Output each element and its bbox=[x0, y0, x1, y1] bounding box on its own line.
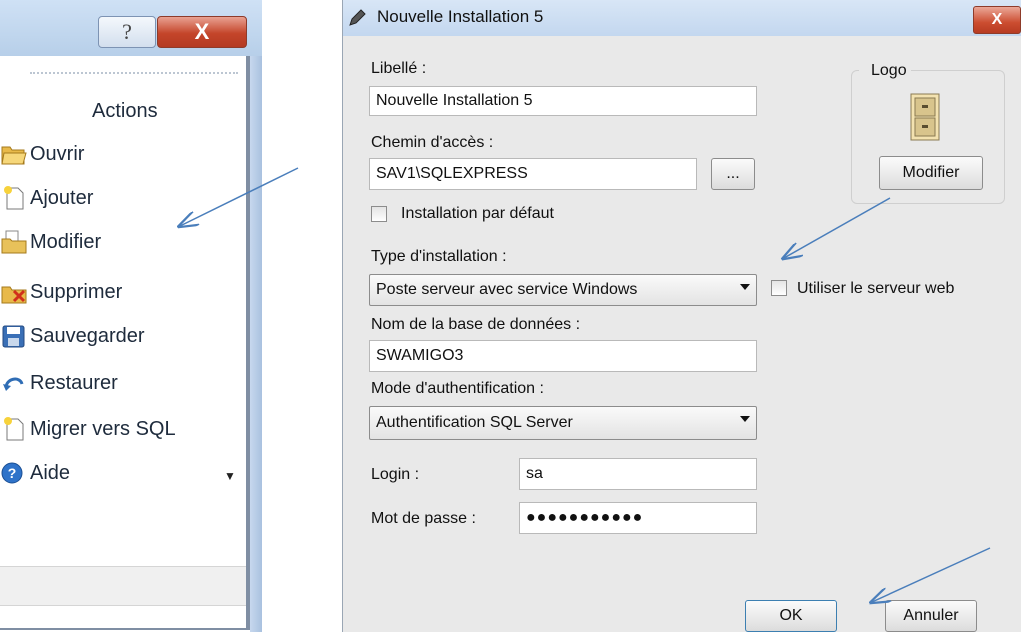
auth-mode-label: Mode d'authentification : bbox=[371, 380, 544, 397]
cancel-button[interactable]: Annuler bbox=[885, 600, 977, 632]
password-label: Mot de passe : bbox=[371, 510, 476, 527]
actions-pane: Actions Ouvrir Ajouter Modifier Supprime… bbox=[0, 56, 250, 630]
help-button[interactable]: ? bbox=[98, 16, 156, 48]
action-label: Aide bbox=[30, 461, 71, 484]
web-server-checkbox[interactable] bbox=[771, 280, 787, 296]
dialog-title: Nouvelle Installation 5 bbox=[377, 7, 544, 26]
action-modifier[interactable]: Modifier bbox=[0, 224, 101, 260]
dotted-separator bbox=[30, 72, 238, 74]
svg-text:?: ? bbox=[8, 465, 17, 481]
default-install-label: Installation par défaut bbox=[401, 205, 554, 222]
type-select[interactable]: Poste serveur avec service Windows bbox=[369, 274, 757, 306]
type-select-value: Poste serveur avec service Windows bbox=[376, 281, 638, 298]
login-field[interactable]: sa bbox=[519, 458, 757, 490]
status-bar bbox=[0, 566, 246, 606]
action-supprimer[interactable]: Supprimer bbox=[0, 274, 122, 310]
chevron-down-icon bbox=[740, 284, 750, 290]
chevron-down-icon bbox=[740, 416, 750, 422]
chemin-field[interactable]: SAV1\SQLEXPRESS bbox=[369, 158, 697, 190]
login-label: Login : bbox=[371, 466, 420, 483]
new-document-icon bbox=[0, 185, 28, 211]
action-label: Migrer vers SQL bbox=[30, 417, 176, 440]
web-server-label: Utiliser le serveur web bbox=[797, 280, 955, 297]
default-install-checkbox[interactable] bbox=[371, 206, 387, 222]
save-icon bbox=[0, 323, 28, 349]
chevron-down-icon[interactable]: ▼ bbox=[224, 469, 236, 483]
libelle-field[interactable]: Nouvelle Installation 5 bbox=[369, 86, 757, 116]
action-migrer-vers-sql[interactable]: Migrer vers SQL bbox=[0, 411, 176, 447]
browse-button[interactable]: ... bbox=[711, 158, 755, 190]
chemin-label: Chemin d'accès : bbox=[371, 134, 494, 151]
action-ajouter[interactable]: Ajouter bbox=[0, 180, 93, 216]
auth-mode-select-value: Authentification SQL Server bbox=[376, 414, 573, 431]
installation-dialog: Nouvelle Installation 5 X Libellé : Nouv… bbox=[342, 0, 1021, 632]
edit-folder-icon bbox=[0, 229, 28, 255]
action-label: Ajouter bbox=[30, 186, 94, 209]
actions-title: Actions bbox=[92, 100, 158, 122]
dialog-titlebar: Nouvelle Installation 5 X bbox=[343, 0, 1021, 36]
type-label: Type d'installation : bbox=[371, 248, 507, 265]
filing-cabinet-icon bbox=[909, 92, 941, 142]
action-aide[interactable]: ? Aide ▼ bbox=[0, 455, 240, 491]
action-label: Supprimer bbox=[30, 280, 123, 303]
new-document-icon bbox=[0, 416, 28, 442]
password-field[interactable]: ●●●●●●●●●●● bbox=[519, 502, 757, 534]
help-icon: ? bbox=[0, 460, 28, 486]
close-button[interactable]: X bbox=[973, 6, 1021, 34]
logo-modify-button[interactable]: Modifier bbox=[879, 156, 983, 190]
db-name-label: Nom de la base de données : bbox=[371, 316, 581, 333]
open-folder-icon bbox=[0, 141, 28, 167]
window-frame bbox=[250, 56, 262, 632]
logo-caption: Logo bbox=[859, 62, 911, 80]
action-label: Restaurer bbox=[30, 371, 118, 394]
libelle-label: Libellé : bbox=[371, 60, 427, 77]
action-restaurer[interactable]: Restaurer bbox=[0, 365, 118, 401]
delete-folder-icon bbox=[0, 279, 28, 305]
action-label: Modifier bbox=[30, 230, 102, 253]
actions-window: ? X Actions Ouvrir Ajouter Modifier Supp… bbox=[0, 0, 262, 632]
action-sauvegarder[interactable]: Sauvegarder bbox=[0, 318, 145, 354]
action-label: Ouvrir bbox=[30, 142, 85, 165]
actions-window-titlebar: ? X bbox=[0, 0, 262, 56]
db-name-field[interactable]: SWAMIGO3 bbox=[369, 340, 757, 372]
ok-button[interactable]: OK bbox=[745, 600, 837, 632]
close-button[interactable]: X bbox=[157, 16, 247, 48]
auth-mode-select[interactable]: Authentification SQL Server bbox=[369, 406, 757, 440]
restore-icon bbox=[0, 370, 28, 396]
action-label: Sauvegarder bbox=[30, 324, 145, 347]
action-ouvrir[interactable]: Ouvrir bbox=[0, 136, 84, 172]
pencil-icon bbox=[347, 8, 367, 28]
